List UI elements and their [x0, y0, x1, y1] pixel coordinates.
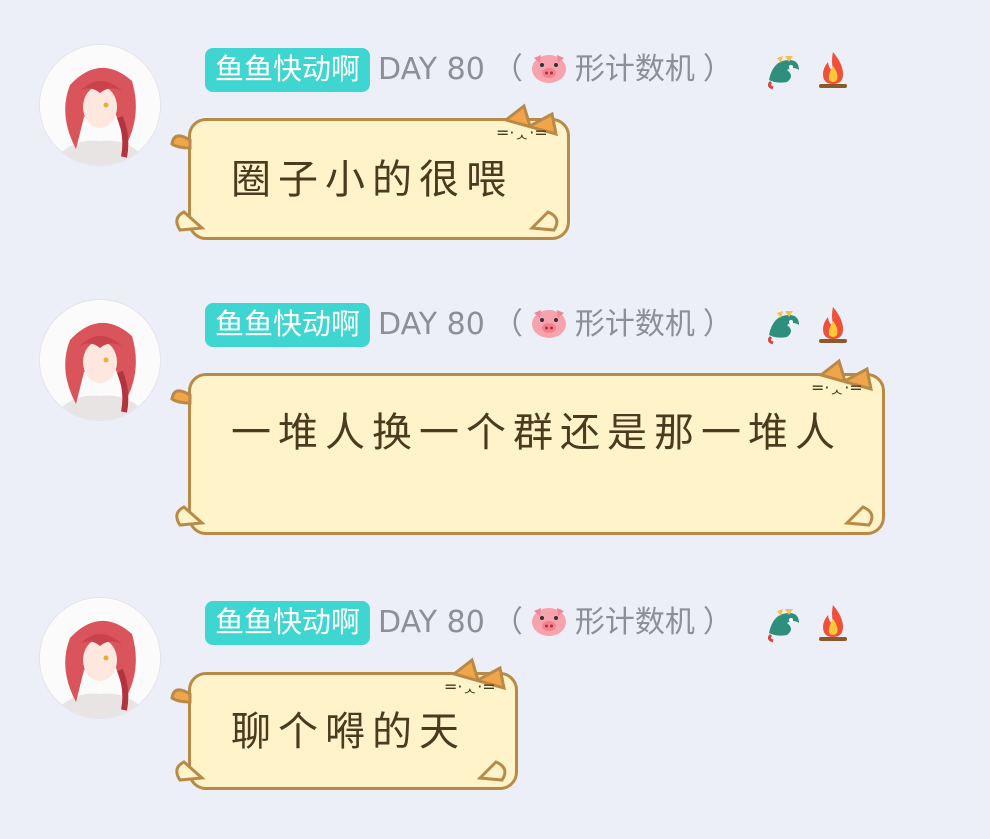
dragon-icon[interactable]	[763, 603, 803, 643]
fire-icon[interactable]	[813, 50, 853, 90]
dragon-icon[interactable]	[763, 305, 803, 345]
badge-group	[763, 50, 853, 90]
avatar[interactable]	[40, 300, 160, 420]
title-open-paren: （	[492, 52, 523, 87]
svg-text:=·ᆺ·=: =·ᆺ·=	[444, 677, 496, 696]
avatar-image	[40, 300, 160, 420]
sender-info-row: 鱼鱼快动啊 DAY 80 （ 形计数机 ）	[205, 47, 853, 93]
title-text: 形计数机	[574, 605, 695, 640]
nickname-tag[interactable]: 鱼鱼快动啊	[205, 303, 371, 347]
cat-bubble-decoration: =·ᆺ·=	[170, 657, 507, 782]
title-open-paren: （	[492, 605, 523, 640]
title-text: 形计数机	[574, 307, 695, 342]
title-close-paren: ）	[702, 307, 733, 342]
avatar-image	[40, 45, 160, 165]
title-close-paren: ）	[702, 605, 733, 640]
avatar[interactable]	[40, 598, 160, 718]
nickname-tag[interactable]: 鱼鱼快动啊	[205, 601, 371, 645]
title-day: DAY 80	[378, 307, 485, 342]
title-open-paren: （	[492, 307, 523, 342]
avatar[interactable]	[40, 45, 160, 165]
nickname-tag[interactable]: 鱼鱼快动啊	[205, 48, 371, 92]
fire-icon[interactable]	[813, 603, 853, 643]
svg-text:=·ᆺ·=: =·ᆺ·=	[811, 378, 863, 397]
title-text: 形计数机	[574, 52, 695, 87]
pig-face-icon	[531, 307, 567, 343]
pig-face-icon	[531, 605, 567, 641]
badge-group	[763, 305, 853, 345]
cat-bubble-decoration: =·ᆺ·=	[170, 103, 559, 232]
sender-info-row: 鱼鱼快动啊 DAY 80 （ 形计数机 ）	[205, 302, 853, 348]
avatar-image	[40, 598, 160, 718]
dragon-icon[interactable]	[763, 50, 803, 90]
sender-info-row: 鱼鱼快动啊 DAY 80 （ 形计数机 ）	[205, 600, 853, 646]
title-day: DAY 80	[378, 52, 485, 87]
title-day: DAY 80	[378, 605, 485, 640]
cat-bubble-decoration: =·ᆺ·=	[170, 358, 874, 527]
title-close-paren: ）	[702, 52, 733, 87]
fire-icon[interactable]	[813, 305, 853, 345]
badge-group	[763, 603, 853, 643]
pig-face-icon	[531, 52, 567, 88]
svg-text:=·ᆺ·=: =·ᆺ·=	[496, 123, 548, 142]
